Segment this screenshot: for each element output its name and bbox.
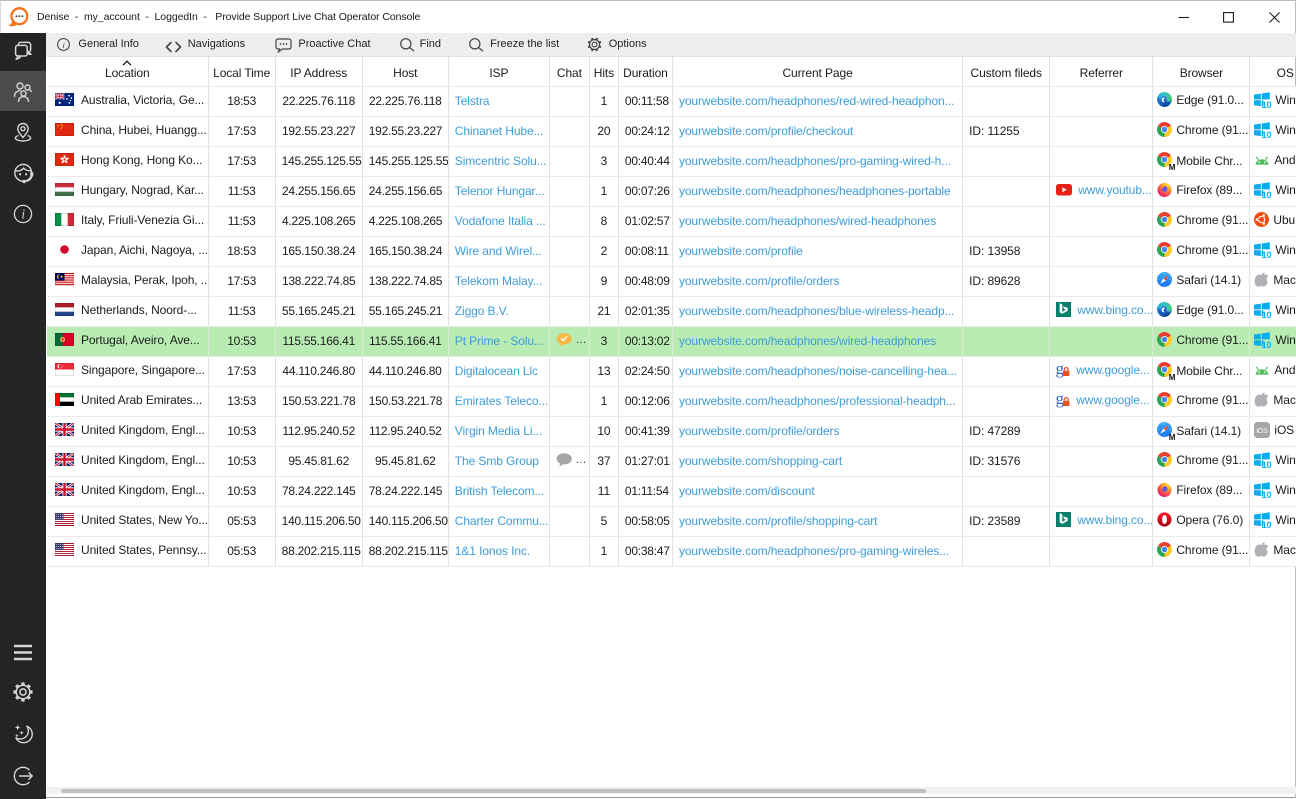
svg-text:10: 10 (1262, 310, 1272, 320)
svg-text:10: 10 (1262, 340, 1272, 350)
svg-text:i: i (21, 207, 25, 222)
svg-text:10: 10 (1262, 460, 1272, 470)
svg-text:10: 10 (1262, 250, 1272, 260)
svg-text:10: 10 (1262, 130, 1272, 140)
svg-text:10: 10 (1262, 100, 1272, 110)
svg-text:i: i (62, 40, 65, 50)
svg-text:10: 10 (1262, 520, 1272, 530)
svg-text:10: 10 (1262, 490, 1272, 500)
svg-text:10: 10 (1262, 190, 1272, 200)
svg-text:iOS: iOS (1257, 428, 1269, 435)
